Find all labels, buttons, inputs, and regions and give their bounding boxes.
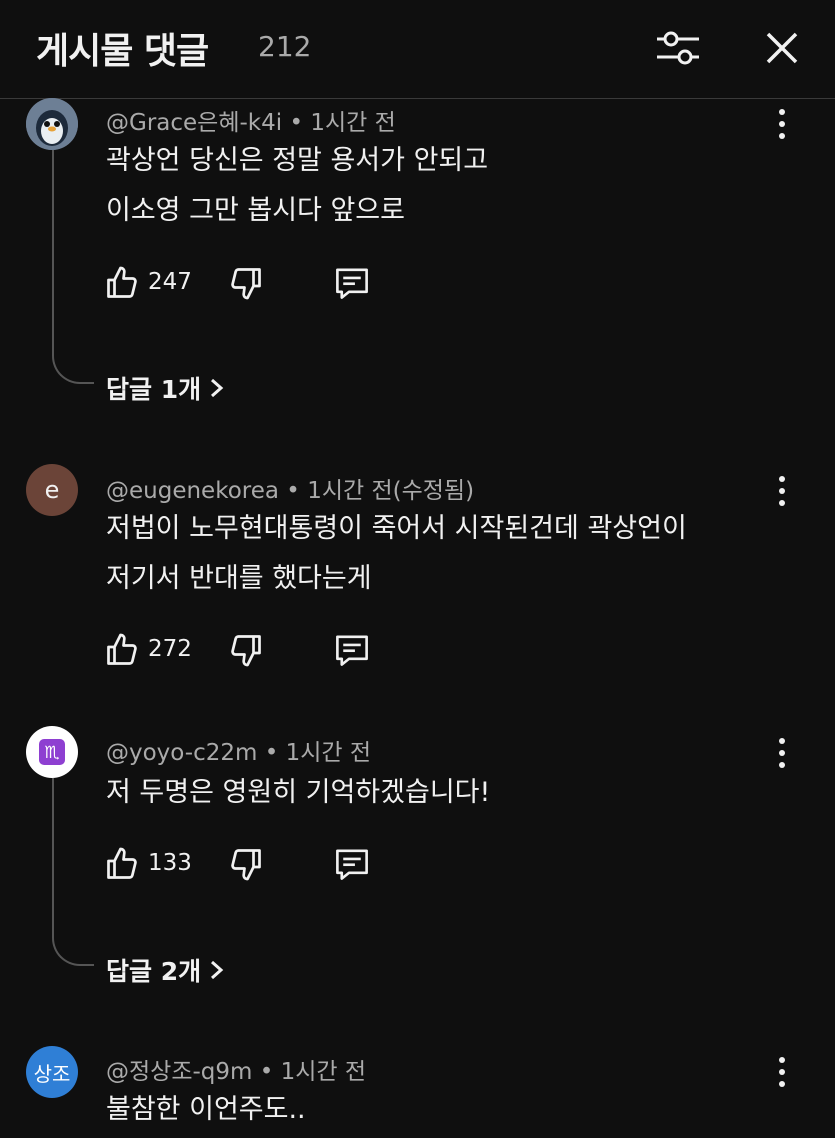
dislike-button[interactable]	[224, 842, 268, 886]
comment-meta: @정상조-q9m • 1시간 전	[106, 1052, 366, 1086]
comment-meta: @yoyo-c22m • 1시간 전	[106, 733, 371, 767]
thumbs-up-icon	[107, 266, 137, 298]
comment-icon	[336, 849, 368, 880]
chevron-right-icon	[211, 378, 224, 398]
close-button[interactable]	[756, 24, 808, 72]
penguin-avatar-icon	[26, 98, 78, 150]
like-button[interactable]	[102, 261, 142, 305]
comment-actions: 247	[100, 261, 400, 305]
comment-author[interactable]: @Grace은혜-k4i	[106, 110, 282, 136]
comment-time: 1시간 전	[285, 740, 372, 766]
like-button[interactable]	[102, 628, 142, 672]
comment-line: 저기서 반대를 했다는게	[106, 563, 372, 594]
sliders-icon	[657, 31, 699, 65]
close-icon	[766, 32, 798, 64]
like-count: 133	[148, 850, 192, 876]
more-options-button[interactable]	[770, 1052, 794, 1092]
reply-button[interactable]	[330, 842, 374, 886]
filter-button[interactable]	[652, 24, 704, 72]
separator-dot: •	[264, 740, 279, 766]
comment-count: 212	[258, 30, 312, 63]
thread-connector	[52, 150, 94, 384]
reply-button[interactable]	[330, 261, 374, 305]
thumbs-down-icon	[231, 849, 261, 881]
thread-connector	[52, 778, 94, 966]
comments-header: 게시물 댓글 212	[0, 0, 835, 99]
thumbs-down-icon	[231, 635, 261, 667]
comment-time: 1시간 전	[280, 1059, 367, 1085]
comment-text: 불참한 이언주도..	[106, 1085, 306, 1135]
dislike-button[interactable]	[224, 628, 268, 672]
separator-dot: •	[289, 110, 304, 136]
comment-text: 저법이 노무현대통령이 죽어서 시작된건데 곽상언이 저기서 반대를 했다는게	[106, 504, 687, 604]
thumbs-up-icon	[107, 847, 137, 879]
more-options-button[interactable]	[770, 104, 794, 144]
comment-line: 저법이 노무현대통령이 죽어서 시작된건데 곽상언이	[106, 513, 687, 544]
more-options-button[interactable]	[770, 471, 794, 511]
like-button[interactable]	[102, 842, 142, 886]
chevron-right-icon	[211, 960, 224, 980]
avatar[interactable]: e	[26, 464, 78, 516]
avatar[interactable]: ♏	[26, 726, 78, 778]
comment-line: 곽상언 당신은 정말 용서가 안되고	[106, 145, 489, 176]
comment-line: 불참한 이언주도..	[106, 1094, 306, 1125]
more-options-button[interactable]	[770, 733, 794, 773]
replies-count-label: 답글 2개	[106, 957, 202, 986]
comment-author[interactable]: @yoyo-c22m	[106, 740, 257, 766]
view-replies-link[interactable]: 답글 2개	[106, 952, 225, 988]
comment-time: 1시간 전	[310, 110, 396, 136]
reply-button[interactable]	[330, 628, 374, 672]
separator-dot: •	[286, 478, 300, 504]
comment-icon	[336, 635, 368, 666]
comment-text: 저 두명은 영원히 기억하겠습니다!	[106, 768, 490, 818]
dislike-button[interactable]	[224, 261, 268, 305]
header-title: 게시물 댓글	[36, 31, 209, 72]
comment-meta: @eugenekorea • 1시간 전(수정됨)	[106, 471, 474, 505]
thumbs-down-icon	[231, 268, 261, 300]
comment-icon	[336, 268, 368, 299]
like-count: 247	[148, 269, 192, 295]
comment-author[interactable]: @정상조-q9m	[106, 1059, 252, 1085]
like-count: 272	[148, 636, 192, 662]
avatar[interactable]	[26, 98, 78, 150]
comment-line: 이소영 그만 봅시다 앞으로	[106, 195, 405, 226]
comment-meta: @Grace은혜-k4i • 1시간 전	[106, 103, 396, 137]
view-replies-link[interactable]: 답글 1개	[106, 370, 225, 406]
comment-text: 곽상언 당신은 정말 용서가 안되고 이소영 그만 봅시다 앞으로	[106, 136, 488, 236]
avatar[interactable]: 상조	[26, 1046, 78, 1098]
comment-time: 1시간 전(수정됨)	[307, 478, 475, 504]
replies-count-label: 답글 1개	[106, 375, 202, 404]
thumbs-up-icon	[107, 633, 137, 665]
separator-dot: •	[259, 1059, 274, 1085]
comment-author[interactable]: @eugenekorea	[106, 478, 279, 504]
comment-actions: 272	[100, 628, 400, 672]
comment-line: 저 두명은 영원히 기억하겠습니다!	[106, 777, 491, 808]
comment-actions: 133	[100, 842, 400, 886]
scorpio-symbol-icon: ♏	[39, 739, 65, 765]
avatar-glyph: ♏	[44, 743, 59, 763]
